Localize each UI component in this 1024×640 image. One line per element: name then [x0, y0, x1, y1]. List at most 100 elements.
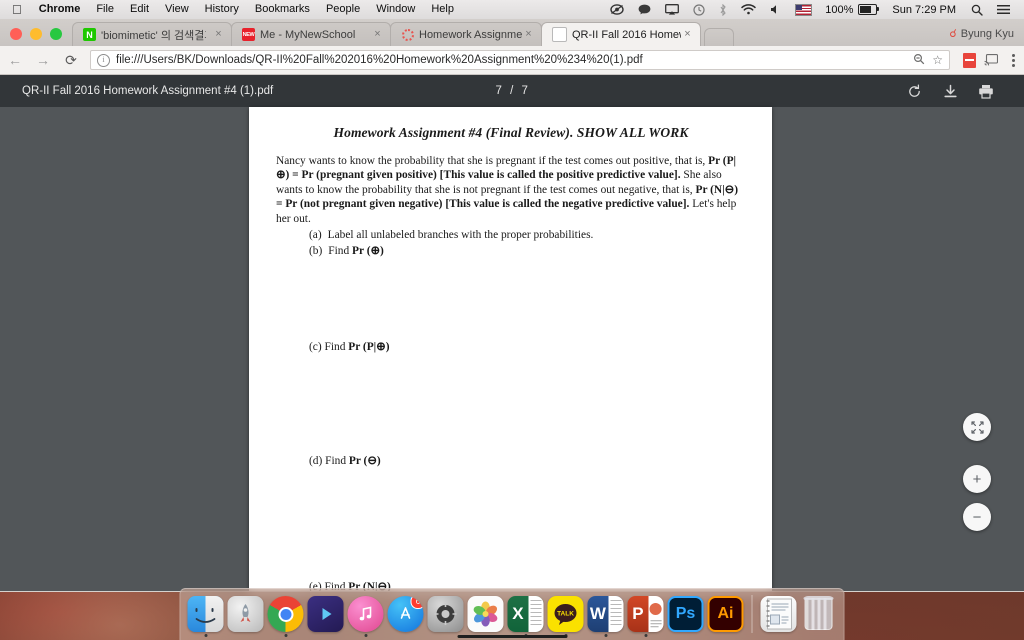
tab-label: QR-II Fall 2016 Homework Ass [572, 28, 681, 41]
tab-biomimetic-search[interactable]: 'biomimetic' 의 검색결과 : 네이버 × [72, 22, 232, 46]
close-tab-icon[interactable]: × [681, 28, 694, 41]
dock-item-microsoft-excel[interactable]: X [507, 596, 545, 637]
maximize-window-button[interactable] [50, 28, 62, 40]
menu-bookmarks[interactable]: Bookmarks [247, 0, 318, 19]
page-info-icon[interactable]: i [97, 53, 110, 67]
answer-space-d [276, 467, 746, 579]
tab-label: Homework Assignment #4 (Re [419, 28, 522, 41]
app-store-badge: 6 [410, 596, 424, 609]
dock-item-microsoft-word[interactable]: W [587, 596, 625, 637]
document-question-list: (a) Label all unlabeled branches with th… [276, 228, 746, 259]
notification-center-icon[interactable] [990, 4, 1017, 15]
dock-item-trash[interactable] [800, 596, 838, 637]
dock-item-launchpad[interactable] [227, 596, 265, 637]
rotate-icon[interactable] [906, 83, 922, 99]
close-tab-icon[interactable]: × [212, 28, 225, 41]
spotlight-search-icon[interactable] [964, 4, 990, 16]
volume-icon[interactable] [763, 4, 788, 15]
profile-chip[interactable]: ☌ Byung Kyu [949, 27, 1024, 46]
minimize-window-button[interactable] [30, 28, 42, 40]
reload-button[interactable]: ⟳ [58, 48, 84, 72]
tab-qr-ii-pdf[interactable]: QR-II Fall 2016 Homework Ass × [541, 22, 701, 46]
question-text: Find [324, 341, 349, 354]
chrome-icon [267, 596, 304, 632]
bluetooth-icon[interactable] [712, 3, 734, 16]
running-indicator [817, 634, 820, 637]
forward-button[interactable]: → [30, 48, 56, 72]
cast-icon[interactable] [980, 49, 1002, 71]
quicktime-icon [307, 596, 344, 632]
dock-item-app-store[interactable]: 6 [387, 596, 425, 637]
powerpoint-letter: P [632, 604, 644, 623]
time-machine-icon[interactable] [686, 3, 712, 16]
fit-to-page-button[interactable] [963, 413, 991, 441]
apple-logo-icon[interactable]:  [8, 0, 31, 19]
back-button[interactable]: ← [2, 48, 28, 72]
airplay-icon[interactable] [658, 4, 686, 15]
dock-item-system-preferences[interactable] [427, 596, 465, 637]
print-icon[interactable] [978, 83, 994, 99]
dock-item-stickies-document[interactable] [760, 596, 798, 637]
creative-cloud-icon[interactable] [603, 4, 631, 15]
question-item-c: (c) Find Pr (P|⊕) [276, 339, 746, 353]
messages-icon[interactable] [631, 4, 658, 15]
us-flag-icon[interactable] [788, 3, 819, 16]
dock-item-photos[interactable] [467, 596, 505, 637]
question-label: (d) [309, 455, 323, 468]
zoom-in-button[interactable]: + [963, 465, 991, 493]
menu-edit[interactable]: Edit [122, 0, 157, 19]
naver-favicon [83, 28, 96, 41]
pdf-viewer: QR-II Fall 2016 Homework Assignment #4 (… [0, 75, 1024, 591]
profile-name-label: Byung Kyu [960, 27, 1014, 40]
pdf-extension-icon[interactable] [958, 49, 980, 71]
address-bar[interactable]: i file:///Users/BK/Downloads/QR-II%20Fal… [90, 50, 950, 70]
wifi-icon[interactable] [734, 4, 763, 15]
tab-label: 'biomimetic' 의 검색결과 : 네이버 [101, 29, 206, 42]
battery-icon[interactable] [855, 4, 884, 15]
dock-item-microsoft-powerpoint[interactable]: P [627, 596, 665, 637]
stickies-document-icon [760, 596, 797, 632]
dock-item-finder[interactable] [187, 596, 225, 637]
dock-item-quicktime-player[interactable] [307, 596, 345, 637]
bookmark-star-icon[interactable]: ☆ [932, 53, 943, 67]
menu-history[interactable]: History [197, 0, 247, 19]
dock-item-itunes[interactable] [347, 596, 385, 637]
menu-people[interactable]: People [318, 0, 368, 19]
pdf-page-stage[interactable]: Homework Assignment #4 (Final Review). S… [0, 107, 1024, 591]
close-window-button[interactable] [10, 28, 22, 40]
menu-bar-clock[interactable]: Sun 7:29 PM [884, 4, 964, 16]
menu-file[interactable]: File [88, 0, 122, 19]
close-tab-icon[interactable]: × [522, 28, 535, 41]
kakaotalk-icon: TALK [547, 596, 584, 632]
close-tab-icon[interactable]: × [371, 28, 384, 41]
pdf-current-page[interactable]: 7 [496, 85, 503, 97]
menu-view[interactable]: View [157, 0, 197, 19]
zoom-out-icon[interactable] [913, 53, 925, 68]
pdf-page-indicator: 7 / 7 [496, 85, 529, 97]
tab-mynewschool[interactable]: Me - MyNewSchool × [231, 22, 391, 46]
tab-homework-assignment-4[interactable]: Homework Assignment #4 (Re × [390, 22, 542, 46]
trash-icon [801, 596, 837, 632]
pdf-file-name: QR-II Fall 2016 Homework Assignment #4 (… [22, 85, 274, 97]
dock-item-adobe-illustrator[interactable]: Ai [707, 596, 745, 637]
menu-chrome[interactable]: Chrome [31, 0, 89, 19]
fit-to-page-icon [970, 420, 984, 434]
running-indicator [444, 634, 447, 637]
download-icon[interactable] [942, 83, 958, 99]
itunes-icon [347, 596, 384, 632]
running-indicator [644, 634, 647, 637]
new-tab-button[interactable] [704, 28, 734, 46]
running-indicator [604, 634, 607, 637]
dock-item-google-chrome[interactable] [267, 596, 305, 637]
answer-space-b [276, 259, 746, 339]
menu-window[interactable]: Window [368, 0, 423, 19]
zoom-out-button[interactable]: − [963, 503, 991, 531]
dock-item-kakaotalk[interactable]: TALK [547, 596, 585, 637]
macos-dock: 6 X TALK W P Ps Ai [179, 588, 845, 640]
menu-help[interactable]: Help [423, 0, 462, 19]
dock-item-adobe-photoshop[interactable]: Ps [667, 596, 705, 637]
running-indicator [364, 634, 367, 637]
para-seg-0: Nancy wants to know the probability that… [276, 155, 709, 167]
chrome-menu-icon[interactable] [1002, 49, 1024, 71]
url-text: file:///Users/BK/Downloads/QR-II%20Fall%… [116, 54, 643, 66]
